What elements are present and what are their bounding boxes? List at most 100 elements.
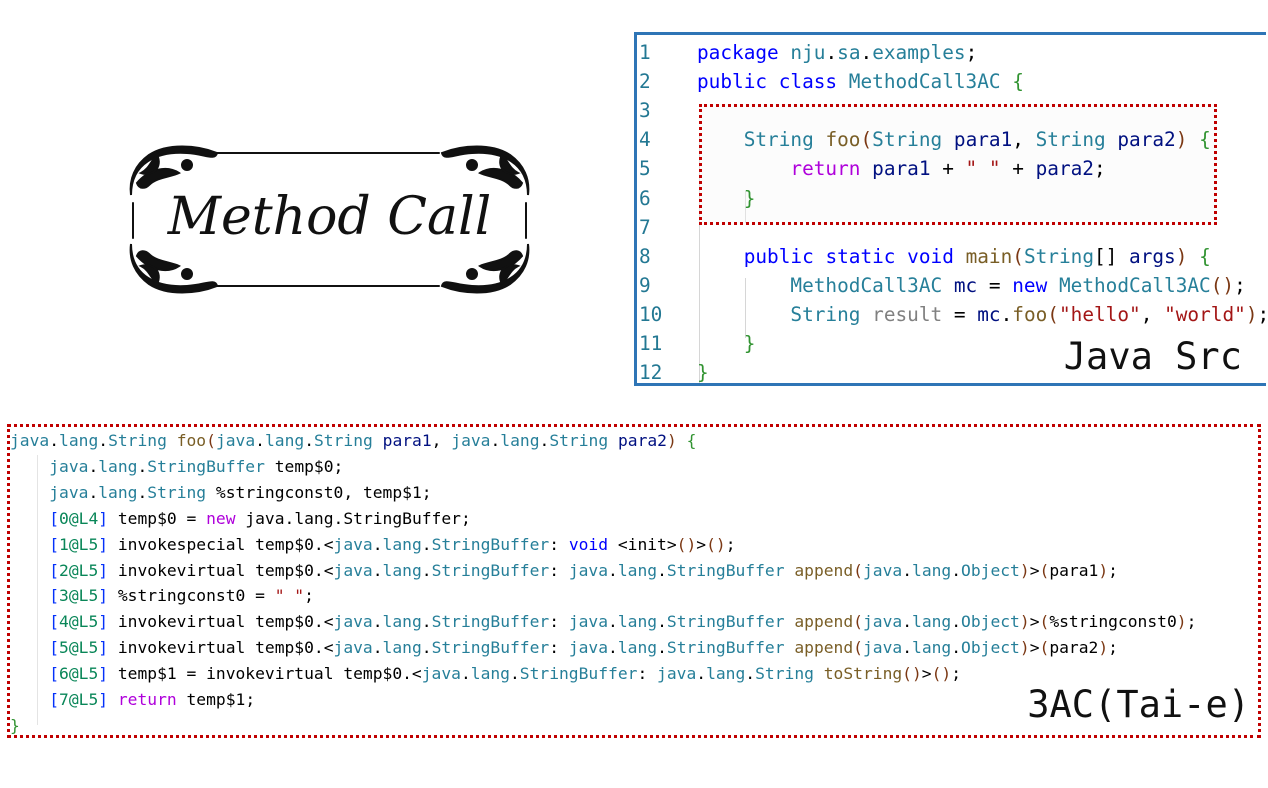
code-token: . bbox=[137, 456, 148, 476]
code-token: [ bbox=[49, 534, 60, 554]
code-token: [ bbox=[49, 638, 60, 658]
code-text: String result = mc.foo("hello", "world")… bbox=[697, 300, 1266, 329]
tac-code-line: [0@L4] temp$0 = new java.lang.StringBuff… bbox=[10, 506, 471, 532]
code-token: [ bbox=[49, 664, 60, 684]
code-token: foo bbox=[825, 128, 861, 152]
code-token: " " bbox=[274, 586, 305, 606]
code-token: : bbox=[637, 664, 658, 684]
code-token: mc bbox=[953, 273, 978, 297]
code-token: append bbox=[794, 560, 854, 580]
code-token: lang bbox=[382, 612, 422, 632]
code-token: } bbox=[10, 715, 20, 735]
code-token: lang bbox=[912, 612, 952, 632]
code-token: 7@L5 bbox=[59, 690, 99, 709]
code-token: ( bbox=[1047, 302, 1059, 326]
code-token: : bbox=[549, 560, 569, 580]
code-token: + bbox=[930, 157, 966, 181]
code-token: 2@L5 bbox=[59, 560, 99, 580]
code-token: para1 bbox=[953, 128, 1013, 152]
code-token: . bbox=[372, 612, 383, 632]
code-token: temp$0; bbox=[264, 456, 344, 476]
code-token: + bbox=[1000, 157, 1036, 181]
code-token: ; bbox=[1093, 157, 1106, 181]
code-token: static bbox=[825, 244, 896, 268]
code-text: } bbox=[697, 184, 756, 213]
code-token: ( bbox=[1012, 244, 1024, 268]
code-token: ) bbox=[1098, 560, 1109, 580]
code-token: StringBuffer bbox=[666, 612, 785, 632]
code-token: > bbox=[921, 664, 932, 684]
code-token: . bbox=[137, 482, 148, 502]
code-token: . bbox=[825, 41, 838, 64]
code-token: . bbox=[98, 431, 109, 450]
code-token: ( bbox=[853, 560, 863, 580]
code-token: temp$1; bbox=[176, 690, 256, 709]
code-token: ) bbox=[666, 431, 677, 450]
code-token: lang bbox=[617, 638, 658, 658]
code-token: ) bbox=[1176, 612, 1187, 632]
tac-code-line: [1@L5] invokespecial temp$0.<java.lang.S… bbox=[10, 532, 735, 558]
code-token: lang bbox=[382, 560, 422, 580]
code-token: lang bbox=[617, 612, 658, 632]
code-token: } bbox=[743, 186, 756, 210]
line-number: 8 bbox=[639, 244, 651, 268]
code-token: lang bbox=[98, 482, 138, 502]
code-token: " " bbox=[965, 157, 1001, 181]
code-token: () bbox=[676, 534, 697, 554]
code-token: lang bbox=[98, 456, 138, 476]
code-token: . bbox=[372, 638, 383, 658]
line-number: 12 bbox=[639, 361, 663, 385]
code-token: ) bbox=[1019, 638, 1030, 658]
tac-code-line: java.lang.StringBuffer temp$0; bbox=[10, 454, 343, 480]
code-token: nju bbox=[790, 41, 826, 64]
code-token: MethodCall3AC bbox=[790, 273, 943, 297]
code-token: result bbox=[872, 302, 943, 326]
method-call-title: Method Call bbox=[167, 187, 492, 247]
code-token: public bbox=[697, 70, 768, 94]
code-token: lang bbox=[59, 431, 99, 450]
code-text: public static void main(String[] args) { bbox=[697, 242, 1211, 271]
code-token: String bbox=[1023, 244, 1094, 268]
code-token: () bbox=[902, 664, 922, 684]
code-token: > bbox=[1029, 612, 1040, 632]
code-token: invokevirtual temp$0.< bbox=[108, 612, 334, 632]
code-token: main bbox=[965, 244, 1013, 268]
code-token: . bbox=[421, 560, 432, 580]
line-number: 5 bbox=[639, 157, 651, 181]
code-token: StringBuffer bbox=[431, 534, 550, 554]
line-number: 10 bbox=[639, 302, 663, 326]
code-token: %stringconst0 = bbox=[108, 586, 275, 606]
code-token: . bbox=[608, 560, 618, 580]
code-token: StringBuffer bbox=[666, 560, 785, 580]
code-token: Object bbox=[961, 638, 1020, 658]
code-token: "world" bbox=[1164, 302, 1246, 326]
code-text: } bbox=[697, 329, 756, 358]
code-token: . bbox=[460, 664, 471, 684]
tac-code-line: [2@L5] invokevirtual temp$0.<java.lang.S… bbox=[10, 558, 1118, 584]
code-token: : bbox=[549, 612, 569, 632]
code-token: . bbox=[745, 664, 756, 684]
code-token: . bbox=[696, 664, 707, 684]
code-token: ; bbox=[304, 586, 314, 606]
code-token: examples bbox=[872, 41, 966, 64]
code-token: . bbox=[49, 431, 60, 450]
code-token: StringBuffer bbox=[147, 456, 265, 476]
code-token: ( bbox=[1039, 612, 1050, 632]
code-token: . bbox=[421, 612, 432, 632]
code-token: args bbox=[1129, 244, 1176, 268]
code-token: StringBuffer bbox=[519, 664, 638, 684]
code-token: = bbox=[942, 302, 978, 326]
code-token: java bbox=[568, 612, 609, 632]
code-token: java bbox=[568, 560, 609, 580]
code-token: ] bbox=[98, 586, 109, 606]
